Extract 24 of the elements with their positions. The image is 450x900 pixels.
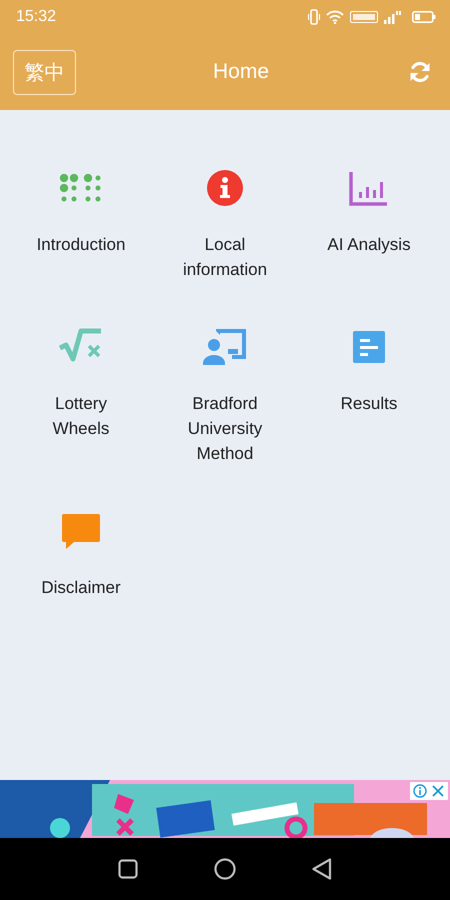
menu-item-label[interactable]: Results — [340, 391, 398, 416]
home-button[interactable] — [214, 858, 236, 880]
menu-item-label[interactable]: Local information — [170, 232, 280, 282]
document-icon[interactable] — [353, 331, 385, 363]
menu-item-label[interactable]: Disclaimer — [41, 575, 121, 600]
battery-icon — [412, 11, 436, 23]
menu-item-label[interactable]: Lottery Wheels — [26, 391, 136, 441]
recents-button[interactable] — [118, 859, 138, 879]
menu-item-label[interactable]: Introduction — [36, 232, 126, 257]
menu-item-label[interactable]: AI Analysis — [327, 232, 411, 257]
vibrate-icon — [308, 9, 320, 25]
volte-icon — [350, 11, 378, 23]
ad-info-icon[interactable] — [413, 784, 427, 798]
info-icon[interactable] — [207, 170, 243, 206]
menu-item-label[interactable]: Bradford University Method — [170, 391, 280, 466]
teacher-icon[interactable] — [202, 327, 248, 367]
back-button[interactable] — [312, 858, 332, 880]
close-icon[interactable] — [431, 784, 445, 798]
wifi-icon — [326, 10, 344, 24]
bar-chart-icon[interactable] — [349, 170, 389, 206]
page-title: Home — [212, 60, 270, 84]
status-time: 15:32 — [16, 8, 56, 26]
refresh-icon — [408, 60, 432, 84]
chat-bubble-icon[interactable] — [62, 514, 100, 548]
